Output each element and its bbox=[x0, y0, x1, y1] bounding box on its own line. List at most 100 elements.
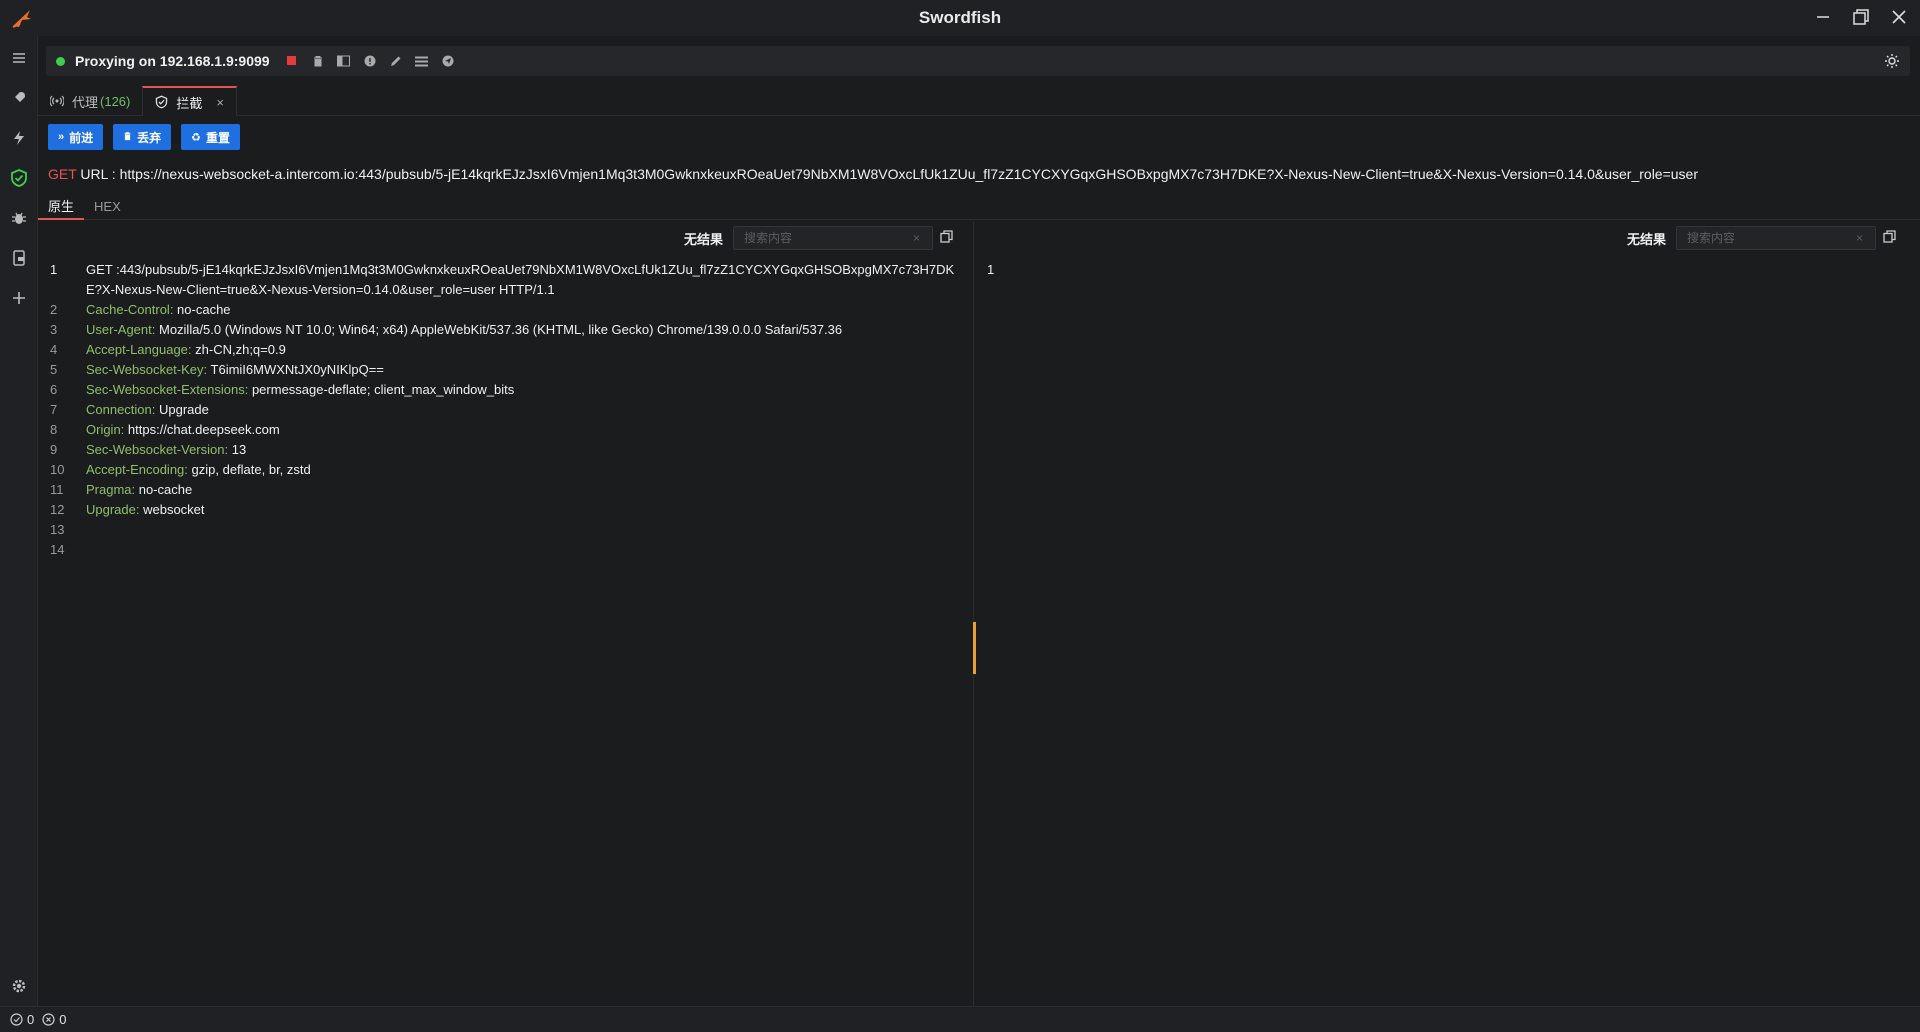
intercept-actions: » 前进 丢弃 ♻ 重置 bbox=[48, 124, 241, 150]
trash-icon[interactable] bbox=[310, 53, 326, 69]
list-icon[interactable] bbox=[414, 53, 430, 69]
code-line: 7 Connection: Upgrade bbox=[38, 400, 974, 420]
header-key: Upgrade: bbox=[86, 502, 140, 517]
header-key: Sec-Websocket-Key: bbox=[86, 362, 208, 377]
lightning-icon[interactable] bbox=[9, 128, 29, 148]
rocket-icon[interactable] bbox=[9, 88, 29, 108]
code-line: 9 Sec-Websocket-Version: 13 bbox=[38, 440, 974, 460]
response-code[interactable]: 1 bbox=[975, 260, 1920, 280]
left-search-bar: 无结果 × bbox=[684, 226, 953, 250]
ok-status[interactable]: 0 bbox=[10, 1012, 34, 1027]
code-line: 13 bbox=[38, 520, 974, 540]
error-status[interactable]: 0 bbox=[42, 1012, 66, 1027]
header-value: websocket bbox=[139, 502, 205, 517]
line-text: Sec-Websocket-Version: 13 bbox=[86, 440, 974, 460]
code-line: 10 Accept-Encoding: gzip, deflate, br, zs… bbox=[38, 460, 974, 480]
request-code[interactable]: 1 GET :443/pubsub/5-jE14kqrkEJzJsxI6Vmjen… bbox=[38, 260, 974, 560]
send-icon[interactable] bbox=[440, 53, 456, 69]
header-value: 13 bbox=[228, 442, 247, 457]
discard-button[interactable]: 丢弃 bbox=[113, 124, 172, 150]
forward-label: 前进 bbox=[69, 130, 94, 145]
bug-icon[interactable] bbox=[9, 208, 29, 228]
header-key: Connection: bbox=[86, 402, 156, 417]
subtab-hex[interactable]: HEX bbox=[84, 192, 131, 220]
header-key: Cache-Control: bbox=[86, 302, 174, 317]
line-text: Upgrade: websocket bbox=[86, 500, 974, 520]
line-text: Cache-Control: no-cache bbox=[86, 300, 974, 320]
header-key: Pragma: bbox=[86, 482, 136, 497]
close-window-button[interactable] bbox=[1888, 6, 1910, 28]
error-count: 0 bbox=[59, 1012, 67, 1027]
line-number: 8 bbox=[50, 422, 58, 437]
check-circle-icon bbox=[10, 1013, 23, 1026]
code-line: 1 bbox=[975, 260, 1920, 280]
url-label: URL : bbox=[80, 166, 116, 182]
header-value: GET :443/pubsub/5-jE14kqrkEJzJsxI6Vmjen1… bbox=[86, 262, 955, 297]
tab-intercept-label: 拦截 bbox=[176, 95, 203, 111]
header-value: zh-CN,zh;q=0.9 bbox=[191, 342, 286, 357]
tab-proxy-count: (126) bbox=[100, 93, 131, 109]
no-results-label: 无结果 bbox=[684, 231, 724, 247]
copy-icon[interactable] bbox=[940, 230, 953, 246]
code-line: 4 Accept-Language: zh-CN,zh;q=0.9 bbox=[38, 340, 974, 360]
restore-button[interactable] bbox=[1850, 6, 1872, 28]
search-input[interactable] bbox=[1676, 226, 1877, 250]
tab-proxy[interactable]: 代理 (126) bbox=[38, 86, 142, 116]
subtab-raw[interactable]: 原生 bbox=[38, 192, 85, 220]
info-icon[interactable] bbox=[362, 53, 378, 69]
header-value: Mozilla/5.0 (Windows NT 10.0; Win64; x64… bbox=[155, 322, 843, 337]
panel-icon[interactable] bbox=[336, 53, 352, 69]
shield-check-icon[interactable] bbox=[9, 168, 29, 188]
sidebar bbox=[0, 36, 38, 1006]
header-key: Accept-Encoding: bbox=[86, 462, 188, 477]
header-key: Accept-Language: bbox=[86, 342, 192, 357]
code-line: 3 User-Agent: Mozilla/5.0 (Windows NT 10.… bbox=[38, 320, 974, 340]
request-url[interactable]: https://nexus-websocket-a.intercom.io:44… bbox=[120, 166, 1698, 182]
tab-close-button[interactable]: × bbox=[216, 95, 224, 110]
no-results-label: 无结果 bbox=[1627, 231, 1667, 247]
main-tabs: 代理 (126) 拦截 × bbox=[38, 86, 1920, 116]
line-number: 6 bbox=[50, 382, 58, 397]
line-text bbox=[86, 520, 974, 540]
line-number: 1 bbox=[987, 262, 995, 277]
mobile-icon[interactable] bbox=[9, 248, 29, 268]
stop-icon[interactable] bbox=[284, 53, 300, 69]
line-text: GET :443/pubsub/5-jE14kqrkEJzJsxI6Vmjen1… bbox=[86, 260, 974, 300]
search-input[interactable] bbox=[733, 226, 934, 250]
line-number: 1 bbox=[50, 262, 58, 277]
minimize-button[interactable] bbox=[1812, 6, 1834, 28]
code-line: 6 Sec-Websocket-Extensions: permessage-de… bbox=[38, 380, 974, 400]
clear-search-icon[interactable]: × bbox=[1856, 231, 1863, 245]
reset-button[interactable]: ♻ 重置 bbox=[181, 124, 241, 150]
forward-button[interactable]: » 前进 bbox=[48, 124, 104, 150]
pencil-icon[interactable] bbox=[388, 53, 404, 69]
add-icon[interactable] bbox=[9, 288, 29, 308]
status-bar: 0 0 bbox=[0, 1006, 1920, 1032]
sun-icon[interactable] bbox=[1884, 53, 1900, 72]
header-key: Sec-Websocket-Extensions: bbox=[86, 382, 249, 397]
trash-icon bbox=[123, 131, 132, 144]
header-value: T6imiI6MWXNtJX0yNIKlpQ== bbox=[207, 362, 384, 377]
tab-intercept[interactable]: 拦截 × bbox=[142, 86, 237, 116]
copy-icon[interactable] bbox=[1883, 230, 1896, 246]
line-text: Sec-Websocket-Extensions: permessage-def… bbox=[86, 380, 974, 400]
main-area: Proxying on 192.168.1.9:9099 代理 (126) 拦截… bbox=[38, 36, 1920, 1006]
line-number: 11 bbox=[50, 482, 64, 497]
header-key: User-Agent: bbox=[86, 322, 156, 337]
settings-gear-icon[interactable] bbox=[9, 976, 29, 996]
code-line: 11 Pragma: no-cache bbox=[38, 480, 974, 500]
menu-icon[interactable] bbox=[9, 48, 29, 68]
line-number: 14 bbox=[50, 542, 65, 557]
proxy-toolbar: Proxying on 192.168.1.9:9099 bbox=[46, 46, 1910, 76]
clear-search-icon[interactable]: × bbox=[913, 231, 920, 245]
header-value: gzip, deflate, br, zstd bbox=[187, 462, 311, 477]
right-search-bar: 无结果 × bbox=[1627, 226, 1896, 250]
line-number: 3 bbox=[50, 322, 58, 337]
line-number: 13 bbox=[50, 522, 65, 537]
header-value: https://chat.deepseek.com bbox=[124, 422, 280, 437]
header-value: Upgrade bbox=[155, 402, 209, 417]
line-text: Sec-Websocket-Key: T6imiI6MWXNtJX0yNIKlp… bbox=[86, 360, 974, 380]
code-line: 5 Sec-Websocket-Key: T6imiI6MWXNtJX0yNIKl… bbox=[38, 360, 974, 380]
header-key: Origin: bbox=[86, 422, 125, 437]
header-value: no-cache bbox=[135, 482, 193, 497]
